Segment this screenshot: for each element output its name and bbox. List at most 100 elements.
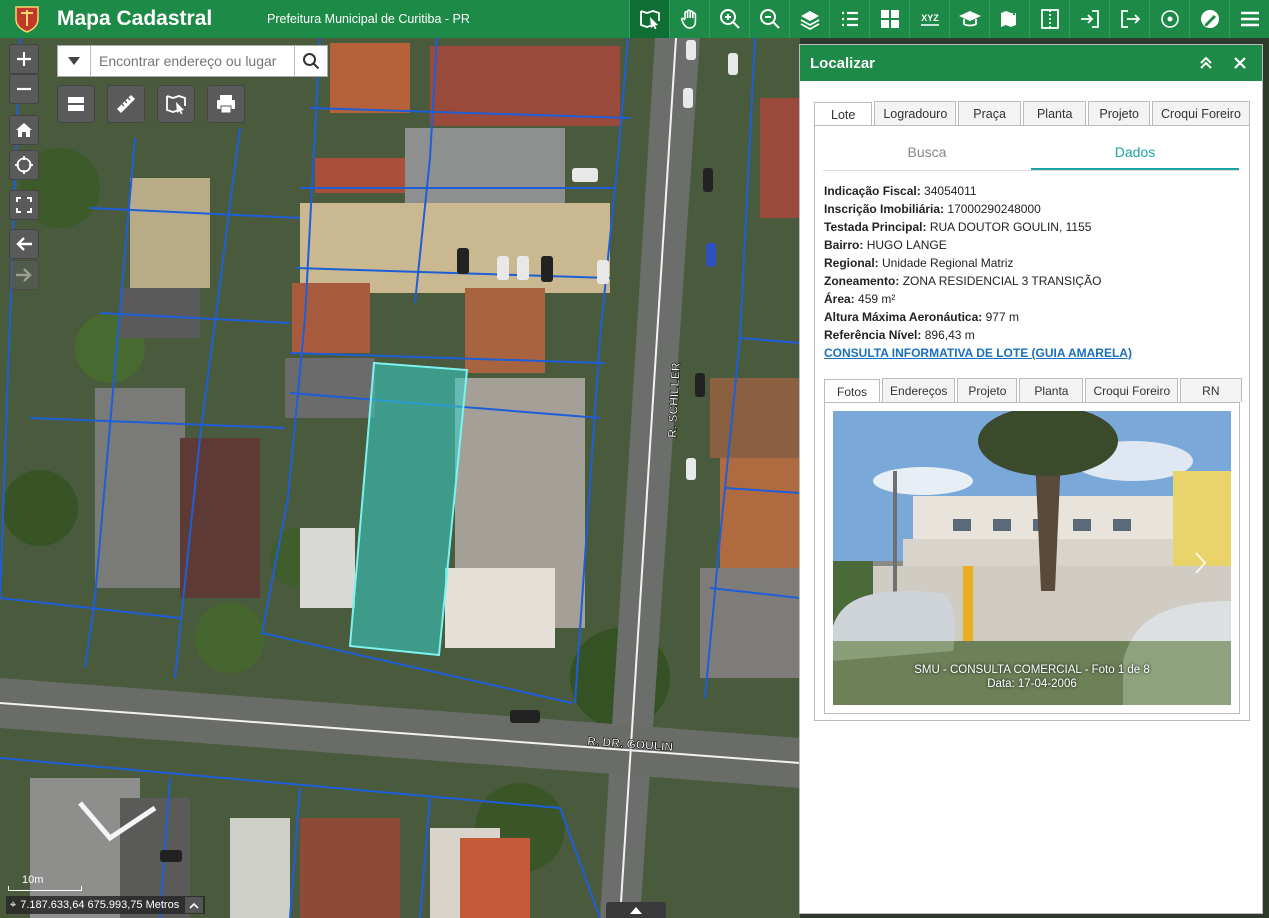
globe-edit-icon	[1200, 10, 1219, 28]
swap-layers-icon	[68, 97, 84, 111]
arrow-right-icon	[16, 268, 32, 282]
pan-hand-icon	[680, 9, 696, 29]
menu-button[interactable]	[1229, 0, 1269, 38]
fullscreen-icon	[16, 197, 32, 213]
panel-title: Localizar	[810, 54, 876, 72]
field-regional: Regional: Unidade Regional Matriz	[824, 256, 1014, 270]
zoom-out-button[interactable]	[749, 0, 789, 38]
compare-layers-button[interactable]	[57, 85, 95, 123]
tab-lote[interactable]: Lote	[814, 102, 873, 126]
map-view[interactable]: R. SCHILLER R. DR. GOULIN 10m ⌖ 7.187.63…	[0, 38, 800, 918]
tab-planta[interactable]: Planta	[1022, 101, 1087, 125]
field-testada-principal: Testada Principal: RUA DOUTOR GOULIN, 11…	[824, 220, 1092, 234]
lote-content: Busca Dados Indicação Fiscal: 34054011 I…	[814, 125, 1250, 721]
coordinates-readout: 7.187.633,64 675.993,75 Metros	[20, 899, 180, 911]
scale-bar	[8, 886, 82, 891]
chevron-up-icon	[189, 902, 199, 909]
add-marker-button[interactable]	[989, 0, 1029, 38]
panel-close-button[interactable]	[1228, 51, 1252, 75]
tab-croqui-foreiro[interactable]: Croqui Foreiro	[1152, 101, 1250, 125]
map-pin-add-icon	[1000, 9, 1017, 27]
tab-fotos[interactable]: Fotos	[824, 379, 881, 403]
menu-icon	[1240, 11, 1259, 27]
search-button[interactable]	[294, 46, 327, 76]
split-view-button[interactable]	[1029, 0, 1069, 38]
logout-icon	[1120, 10, 1140, 28]
curitiba-logo	[12, 4, 42, 34]
tab-photo-planta[interactable]: Planta	[1019, 378, 1084, 402]
app-subtitle: Prefeitura Municipal de Curitiba - PR	[267, 12, 470, 26]
measure-button[interactable]	[107, 85, 145, 123]
xyz-coordinate-button[interactable]: XYZ	[909, 0, 949, 38]
localizar-panel: Localizar Lote Logradouro Praça Planta P…	[799, 44, 1263, 914]
field-altura-maxima: Altura Máxima Aeronáutica: 977 m	[824, 310, 1019, 324]
field-inscricao-imobiliaria: Inscrição Imobiliária: 17000290248000	[824, 202, 1041, 216]
caret-up-icon	[630, 906, 642, 914]
tab-logradouro[interactable]: Logradouro	[874, 101, 957, 125]
tutorial-button[interactable]	[949, 0, 989, 38]
identify-tool-button[interactable]	[629, 0, 669, 38]
app-header: Mapa Cadastral Prefeitura Municipal de C…	[0, 0, 1269, 38]
photo-caption-date: Data: 17-04-2006	[987, 678, 1077, 690]
lote-fields: Indicação Fiscal: 34054011 Inscrição Imo…	[824, 182, 1244, 362]
layers-add-icon	[800, 11, 819, 31]
tab-photo-projeto[interactable]: Projeto	[957, 378, 1018, 402]
draw-button[interactable]	[1189, 0, 1229, 38]
map-zoom-in-button[interactable]	[9, 44, 39, 74]
tab-praca[interactable]: Praça	[958, 101, 1021, 125]
zoom-in-button[interactable]	[709, 0, 749, 38]
locate-button[interactable]	[1149, 0, 1189, 38]
subtab-dados[interactable]: Dados	[1031, 134, 1239, 170]
tab-rn[interactable]: RN	[1180, 378, 1242, 402]
search-input[interactable]	[91, 46, 294, 76]
subtab-busca[interactable]: Busca	[823, 134, 1031, 170]
tab-projeto[interactable]: Projeto	[1088, 101, 1151, 125]
arrow-left-icon	[16, 237, 32, 251]
printer-icon	[217, 95, 235, 114]
main-toolbar: XYZ	[629, 0, 1269, 38]
lote-subtabs: Busca Dados	[823, 134, 1239, 171]
photo-caption: SMU - CONSULTA COMERCIAL - Foto 1 de 8 D…	[833, 663, 1231, 691]
tab-photo-croqui-foreiro[interactable]: Croqui Foreiro	[1085, 378, 1179, 402]
my-location-button[interactable]	[9, 150, 39, 180]
login-icon	[1080, 10, 1099, 28]
home-button[interactable]	[9, 115, 39, 145]
next-extent-button[interactable]	[9, 260, 39, 290]
legend-list-button[interactable]	[829, 0, 869, 38]
photo-tabs: Fotos Endereços Projeto Planta Croqui Fo…	[824, 378, 1244, 403]
coordinates-toggle-button[interactable]	[185, 897, 204, 913]
import-button[interactable]	[1069, 0, 1109, 38]
coordinates-bar: ⌖ 7.187.633,64 675.993,75 Metros	[6, 896, 206, 914]
lot-photo[interactable]: SMU - CONSULTA COMERCIAL - Foto 1 de 8 D…	[833, 411, 1231, 705]
zoom-out-icon	[759, 9, 780, 29]
guia-amarela-link[interactable]: CONSULTA INFORMATIVA DE LOTE (GUIA AMARE…	[824, 344, 1244, 362]
search-source-dropdown[interactable]	[58, 46, 91, 76]
panel-collapse-button[interactable]	[1194, 51, 1218, 75]
export-button[interactable]	[1109, 0, 1149, 38]
zoom-in-icon	[719, 9, 740, 29]
field-indicacao-fiscal: Indicação Fiscal: 34054011	[824, 184, 977, 198]
bottom-panel-toggle[interactable]	[606, 902, 666, 918]
basemap-grid-button[interactable]	[869, 0, 909, 38]
print-button[interactable]	[207, 85, 245, 123]
crosshair-icon	[15, 156, 33, 174]
fullscreen-button[interactable]	[9, 190, 39, 220]
list-icon	[841, 11, 858, 27]
identify-icon	[639, 10, 660, 30]
layers-button[interactable]	[789, 0, 829, 38]
next-photo-icon[interactable]	[1193, 551, 1207, 575]
previous-extent-button[interactable]	[9, 229, 39, 259]
pan-tool-button[interactable]	[669, 0, 709, 38]
crosshair-icon: ⌖	[10, 898, 17, 911]
aerial-map: R. SCHILLER R. DR. GOULIN	[0, 38, 800, 918]
identify-map-button[interactable]	[157, 85, 195, 123]
plus-icon	[17, 52, 31, 66]
minus-icon	[17, 87, 31, 91]
map-zoom-out-button[interactable]	[9, 74, 39, 104]
xyz-coordinate-icon: XYZ	[920, 13, 939, 26]
main-tabs: Lote Logradouro Praça Planta Projeto Cro…	[814, 101, 1252, 126]
double-chevron-up-icon	[1200, 56, 1212, 69]
target-icon	[1160, 10, 1179, 28]
tab-enderecos[interactable]: Endereços	[882, 378, 956, 402]
photo-viewer: SMU - CONSULTA COMERCIAL - Foto 1 de 8 D…	[824, 402, 1240, 714]
